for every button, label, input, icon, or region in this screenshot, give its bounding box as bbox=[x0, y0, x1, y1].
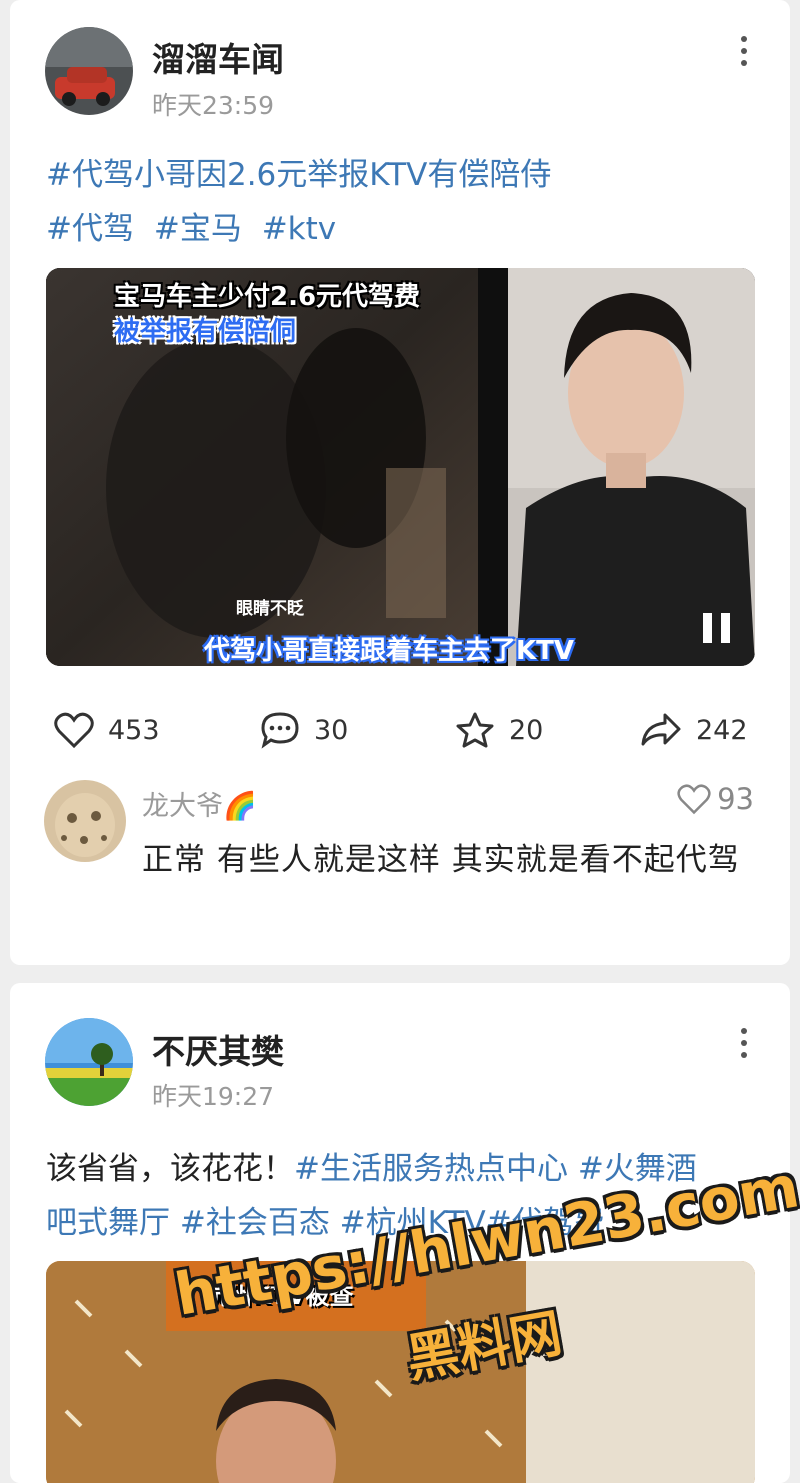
like-count: 453 bbox=[108, 714, 160, 746]
tag-link[interactable]: #代驾 bbox=[46, 211, 134, 247]
post-text: 该省省，该花花！ bbox=[46, 1151, 294, 1187]
comment-count: 30 bbox=[314, 714, 349, 746]
comment-like-button[interactable]: 93 bbox=[677, 782, 754, 816]
action-bar: 453 30 20 242 bbox=[10, 700, 790, 760]
tag-link[interactable]: #宝马 bbox=[154, 211, 242, 247]
author-name[interactable]: 溜溜车闻 bbox=[152, 33, 284, 81]
author-avatar[interactable] bbox=[45, 1018, 133, 1106]
heart-icon bbox=[54, 712, 94, 749]
tag-link[interactable]: #ktv bbox=[262, 211, 336, 247]
commenter-avatar[interactable] bbox=[44, 780, 126, 862]
video-frame bbox=[46, 1261, 755, 1483]
star-icon bbox=[456, 712, 494, 748]
post-title-tag[interactable]: #代驾小哥因2.6元举报KTV有偿陪侍 bbox=[46, 149, 551, 194]
post-time: 昨天23:59 bbox=[152, 91, 275, 120]
like-button[interactable]: 453 bbox=[54, 700, 160, 760]
post-text-line1: 该省省，该花花！#生活服务热点中心 #火舞酒 bbox=[46, 1143, 697, 1188]
video-caption-top: 宝马车主少付2.6元代驾费 bbox=[114, 282, 421, 312]
comment-like-count: 93 bbox=[717, 782, 754, 816]
video-player[interactable]: 宝马车主少付2.6元代驾费 被举报有偿陪侗 眼睛不眨 代驾小哥直接跟着车主去了K… bbox=[46, 268, 755, 666]
comment-icon bbox=[261, 712, 299, 749]
favorite-count: 20 bbox=[509, 714, 544, 746]
post-card-1: 溜溜车闻 昨天23:59 #代驾小哥因2.6元举报KTV有偿陪侍 #代驾 #宝马… bbox=[10, 0, 790, 965]
post-time: 昨天19:27 bbox=[152, 1082, 275, 1111]
video-caption-bottom: 代驾小哥直接跟着车主去了KTV bbox=[204, 636, 575, 666]
post-tags: #代驾 #宝马 #ktv bbox=[46, 203, 336, 248]
comment-text: 正常 有些人就是这样 其实就是看不起代驾 bbox=[142, 842, 740, 878]
favorite-button[interactable]: 20 bbox=[455, 700, 543, 760]
heart-icon bbox=[677, 784, 711, 815]
comment-button[interactable]: 30 bbox=[260, 700, 348, 760]
more-options-icon[interactable] bbox=[739, 1028, 749, 1064]
commenter-name[interactable]: 龙大爷🌈 bbox=[142, 784, 257, 823]
author-name[interactable]: 不厌其樊 bbox=[152, 1025, 284, 1073]
author-avatar[interactable] bbox=[45, 27, 133, 115]
share-button[interactable]: 242 bbox=[640, 700, 748, 760]
more-options-icon[interactable] bbox=[739, 36, 749, 72]
video-caption-sub: 被举报有偿陪侗 bbox=[114, 317, 297, 347]
video-player[interactable]: 杭州KTV被查 bbox=[46, 1261, 755, 1483]
share-icon bbox=[641, 713, 681, 746]
video-caption-mid: 眼睛不眨 bbox=[236, 599, 304, 619]
share-count: 242 bbox=[696, 714, 748, 746]
pause-icon[interactable] bbox=[701, 611, 735, 645]
